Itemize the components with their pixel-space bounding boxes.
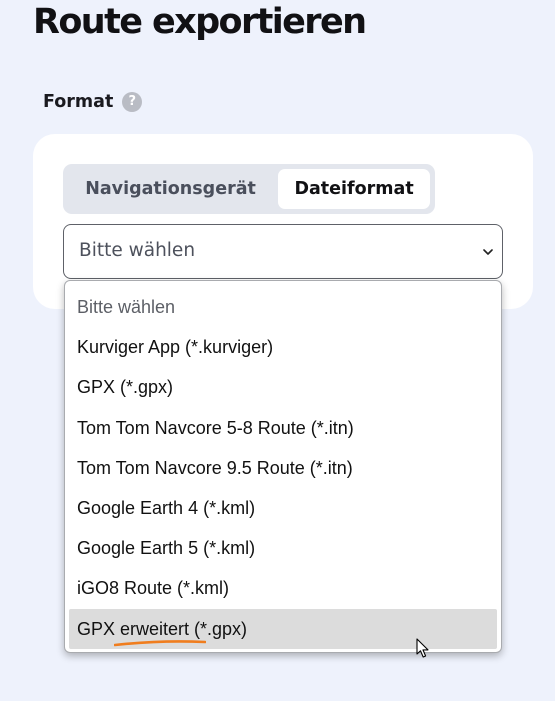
- dropdown-option-google-earth-4[interactable]: Google Earth 4 (*.kml): [69, 488, 497, 528]
- file-format-select[interactable]: Bitte wählen: [63, 224, 503, 279]
- tab-navigationsgeraet[interactable]: Navigationsgerät: [68, 169, 273, 209]
- dropdown-option-gpx-extended[interactable]: GPX erweitert (*.gpx): [69, 608, 497, 649]
- dropdown-option-kurviger[interactable]: Kurviger App (*.kurviger): [69, 327, 497, 367]
- spellcheck-underline: [114, 639, 206, 646]
- page-title: Route exportieren: [33, 2, 367, 42]
- format-label: Format: [43, 92, 114, 112]
- select-current-value: Bitte wählen: [79, 240, 196, 261]
- dropdown-option-gpx[interactable]: GPX (*.gpx): [69, 367, 497, 407]
- file-format-dropdown-list: Bitte wählen Kurviger App (*.kurviger) G…: [64, 280, 502, 653]
- format-label-group: Format ?: [43, 92, 143, 112]
- dropdown-option-igo8[interactable]: iGO8 Route (*.kml): [69, 568, 497, 608]
- dropdown-option-google-earth-5[interactable]: Google Earth 5 (*.kml): [69, 528, 497, 568]
- dropdown-option-label: GPX erweitert (*.gpx): [77, 618, 248, 639]
- dropdown-option-tomtom-9-5[interactable]: Tom Tom Navcore 9.5 Route (*.itn): [69, 448, 497, 488]
- dropdown-option-placeholder[interactable]: Bitte wählen: [69, 287, 497, 327]
- chevron-down-icon: [483, 249, 493, 255]
- help-icon[interactable]: ?: [122, 92, 143, 112]
- mouse-cursor-icon: [416, 638, 429, 658]
- format-type-toggle: Navigationsgerät Dateiformat: [63, 164, 435, 214]
- tab-dateiformat[interactable]: Dateiformat: [278, 169, 430, 209]
- dropdown-option-tomtom-5-8[interactable]: Tom Tom Navcore 5-8 Route (*.itn): [69, 408, 497, 448]
